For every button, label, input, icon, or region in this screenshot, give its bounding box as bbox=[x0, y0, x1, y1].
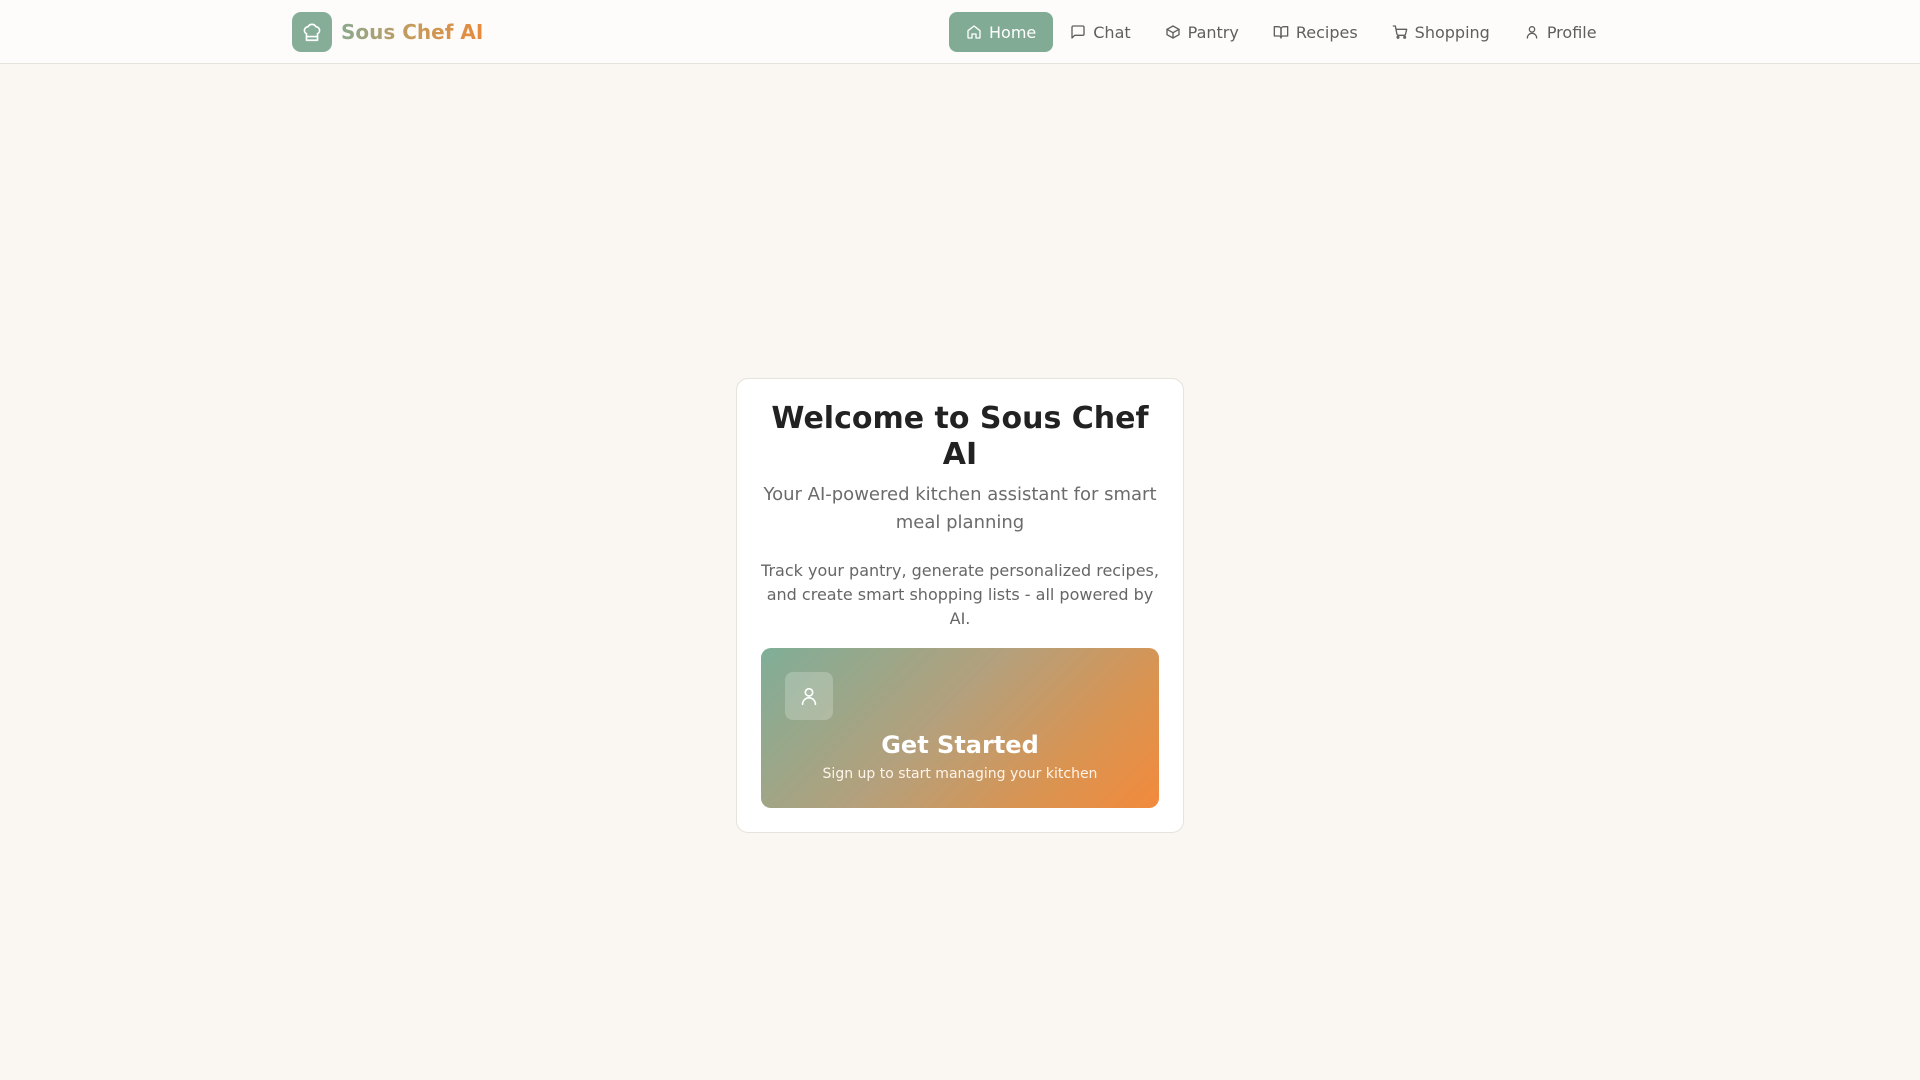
page-subtitle: Your AI-powered kitchen assistant for sm… bbox=[763, 484, 1157, 533]
feature-description: Track your pantry, generate personalized… bbox=[761, 561, 1159, 628]
nav-item-label: Recipes bbox=[1295, 22, 1358, 42]
top-navbar: Sous Chef AI Home Chat Pantry Recipes Sh… bbox=[0, 0, 1920, 64]
nav-item-home[interactable]: Home bbox=[949, 12, 1054, 52]
get-started-button[interactable]: Get Started Sign up to start managing yo… bbox=[761, 648, 1159, 808]
welcome-card: Welcome to Sous Chef AI Your AI-powered … bbox=[736, 378, 1184, 833]
user-icon bbox=[1526, 26, 1538, 39]
nav-item-chat[interactable]: Chat bbox=[1053, 12, 1147, 52]
book-icon bbox=[1273, 26, 1289, 39]
box-icon bbox=[1165, 25, 1180, 39]
home-icon bbox=[967, 25, 981, 39]
chef-hat-icon bbox=[292, 12, 332, 52]
nav-item-shopping[interactable]: Shopping bbox=[1375, 12, 1507, 52]
user-icon bbox=[785, 672, 833, 720]
cta-subtitle: Sign up to start managing your kitchen bbox=[822, 766, 1098, 782]
nav-item-profile[interactable]: Profile bbox=[1507, 12, 1614, 52]
nav-item-label: Pantry bbox=[1187, 22, 1239, 42]
chat-icon bbox=[1071, 25, 1085, 39]
nav-item-label: Shopping bbox=[1414, 22, 1490, 42]
app-name: Sous Chef AI bbox=[341, 20, 484, 44]
main-nav: Home Chat Pantry Recipes Shopping Profil… bbox=[949, 12, 1614, 52]
nav-item-pantry[interactable]: Pantry bbox=[1148, 12, 1256, 52]
nav-item-label: Profile bbox=[1546, 22, 1597, 42]
nav-item-label: Home bbox=[989, 22, 1037, 42]
cta-title: Get Started bbox=[881, 731, 1039, 759]
brand[interactable]: Sous Chef AI bbox=[292, 12, 483, 52]
cart-icon bbox=[1392, 25, 1408, 39]
nav-item-recipes[interactable]: Recipes bbox=[1256, 12, 1375, 52]
page-title: Welcome to Sous Chef AI bbox=[771, 401, 1149, 472]
nav-item-label: Chat bbox=[1093, 22, 1131, 42]
